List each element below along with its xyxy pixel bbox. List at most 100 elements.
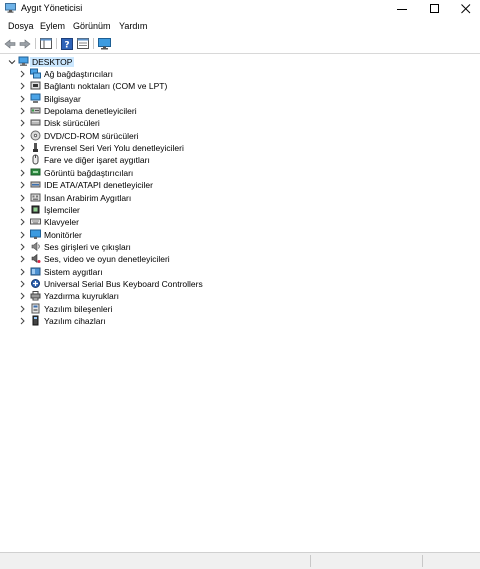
tree-item-label: Ses girişleri ve çıkışları: [44, 241, 131, 252]
tree-item[interactable]: İnsan Arabirim Aygıtları: [0, 192, 480, 204]
help-button[interactable]: ?: [60, 37, 74, 50]
expand-chevron-icon[interactable]: [19, 268, 26, 276]
expand-chevron-icon[interactable]: [19, 206, 26, 214]
maximize-button[interactable]: [419, 0, 450, 17]
expand-chevron-icon[interactable]: [19, 243, 26, 251]
hid-icon: [30, 192, 41, 203]
computer-icon: [18, 56, 29, 67]
expand-chevron-icon[interactable]: [19, 156, 26, 164]
tree-item[interactable]: Universal Serial Bus Keyboard Controller…: [0, 278, 480, 290]
software-component-icon: [30, 303, 41, 314]
tree-item-label: Universal Serial Bus Keyboard Controller…: [44, 278, 203, 289]
close-button[interactable]: [450, 0, 480, 17]
expand-chevron-icon[interactable]: [19, 181, 26, 189]
expand-chevron-icon[interactable]: [19, 280, 26, 288]
port-icon: [30, 80, 41, 91]
properties-button[interactable]: [76, 37, 90, 50]
expand-chevron-icon[interactable]: [19, 144, 26, 152]
properties-icon: [77, 38, 89, 49]
minimize-button[interactable]: [386, 0, 417, 17]
print-queue-icon: [30, 290, 41, 301]
mouse-icon: [30, 154, 41, 165]
expand-chevron-icon[interactable]: [19, 70, 26, 78]
menu-help[interactable]: Yardım: [119, 21, 147, 31]
window-title: Aygıt Yöneticisi: [21, 3, 83, 13]
status-bar: [0, 552, 480, 569]
back-button[interactable]: [3, 37, 17, 50]
system-device-icon: [30, 266, 41, 277]
menu-file[interactable]: Dosya: [8, 21, 34, 31]
tree-item-label: Depolama denetleyicileri: [44, 106, 137, 117]
tree-item-label: IDE ATA/ATAPI denetleyiciler: [44, 180, 153, 191]
expand-chevron-icon[interactable]: [19, 194, 26, 202]
tree-item[interactable]: Evrensel Seri Veri Yolu denetleyicileri: [0, 142, 480, 154]
dvd-drive-icon: [30, 130, 41, 141]
tree-item[interactable]: Yazılım cihazları: [0, 315, 480, 327]
collapse-chevron-icon[interactable]: [8, 58, 16, 66]
tree-item[interactable]: Klavyeler: [0, 216, 480, 228]
tree-root-label: DESKTOP: [30, 57, 75, 67]
tree-item[interactable]: IDE ATA/ATAPI denetleyiciler: [0, 179, 480, 191]
tree-item-label: Yazdırma kuyrukları: [44, 291, 119, 302]
tree-item[interactable]: Ağ bağdaştırıcıları: [0, 68, 480, 80]
usb-keyboard-controller-icon: [30, 278, 41, 289]
expand-chevron-icon[interactable]: [19, 292, 26, 300]
show-hide-console-tree-button[interactable]: [39, 37, 53, 50]
monitor-scan-icon: [97, 37, 111, 49]
tree-item[interactable]: Görüntü bağdaştırıcıları: [0, 167, 480, 179]
usb-controller-icon: [30, 142, 41, 153]
tree-root-desktop[interactable]: DESKTOP: [0, 56, 480, 68]
status-bar-divider: [422, 555, 423, 567]
tree-item[interactable]: Bağlantı noktaları (COM ve LPT): [0, 80, 480, 92]
expand-chevron-icon[interactable]: [19, 107, 26, 115]
expand-chevron-icon[interactable]: [19, 317, 26, 325]
tree-item-label: Yazılım cihazları: [44, 316, 106, 326]
tree-item-label: İnsan Arabirim Aygıtları: [44, 192, 132, 203]
expand-chevron-icon[interactable]: [19, 305, 26, 313]
tree-item-label: Yazılım bileşenleri: [44, 303, 113, 314]
menu-action[interactable]: Eylem: [40, 21, 65, 31]
forward-arrow-icon: [19, 38, 31, 49]
audio-io-icon: [30, 241, 41, 252]
tree-item[interactable]: Yazdırma kuyrukları: [0, 290, 480, 302]
tree-item[interactable]: DVD/CD-ROM sürücüleri: [0, 130, 480, 142]
expand-chevron-icon[interactable]: [19, 82, 26, 90]
tree-item[interactable]: Monitörler: [0, 229, 480, 241]
tree-item[interactable]: Depolama denetleyicileri: [0, 105, 480, 117]
tree-item[interactable]: İşlemciler: [0, 204, 480, 216]
expand-chevron-icon[interactable]: [19, 169, 26, 177]
tree-item[interactable]: Ses girişleri ve çıkışları: [0, 241, 480, 253]
expand-chevron-icon[interactable]: [19, 119, 26, 127]
tree-item[interactable]: Fare ve diğer işaret aygıtları: [0, 154, 480, 166]
computer-icon: [30, 93, 41, 104]
tree-item-label: Disk sürücüleri: [44, 118, 100, 129]
tree-item[interactable]: Sistem aygıtları: [0, 266, 480, 278]
forward-button[interactable]: [18, 37, 32, 50]
software-device-icon: [30, 315, 41, 326]
expand-chevron-icon[interactable]: [19, 218, 26, 226]
tree-item[interactable]: Yazılım bileşenleri: [0, 303, 480, 315]
expand-chevron-icon[interactable]: [19, 255, 26, 263]
toolbar-separator: [56, 38, 57, 49]
tree-item-label: Fare ve diğer işaret aygıtları: [44, 155, 150, 166]
tree-item-label: Klavyeler: [44, 217, 79, 228]
expand-chevron-icon[interactable]: [19, 95, 26, 103]
tree-item[interactable]: Disk sürücüleri: [0, 117, 480, 129]
tree-item-label: Bağlantı noktaları (COM ve LPT): [44, 81, 168, 92]
tree-item[interactable]: Ses, video ve oyun denetleyicileri: [0, 253, 480, 265]
console-tree-icon: [40, 38, 52, 49]
toolbar: ?: [0, 34, 480, 54]
expand-chevron-icon[interactable]: [19, 132, 26, 140]
expand-chevron-icon[interactable]: [19, 231, 26, 239]
storage-controller-icon: [30, 105, 41, 116]
menu-view[interactable]: Görünüm: [73, 21, 111, 31]
scan-hardware-button[interactable]: [97, 37, 111, 50]
back-arrow-icon: [4, 38, 16, 49]
tree-item-label: Bilgisayar: [44, 93, 81, 104]
toolbar-separator: [93, 38, 94, 49]
sound-video-icon: [30, 253, 41, 264]
tree-item[interactable]: Bilgisayar: [0, 93, 480, 105]
status-bar-divider: [310, 555, 311, 567]
display-adapter-icon: [30, 167, 41, 178]
device-tree: DESKTOP Ağ bağdaştırıcıları Bağlantı nokt…: [0, 54, 480, 552]
